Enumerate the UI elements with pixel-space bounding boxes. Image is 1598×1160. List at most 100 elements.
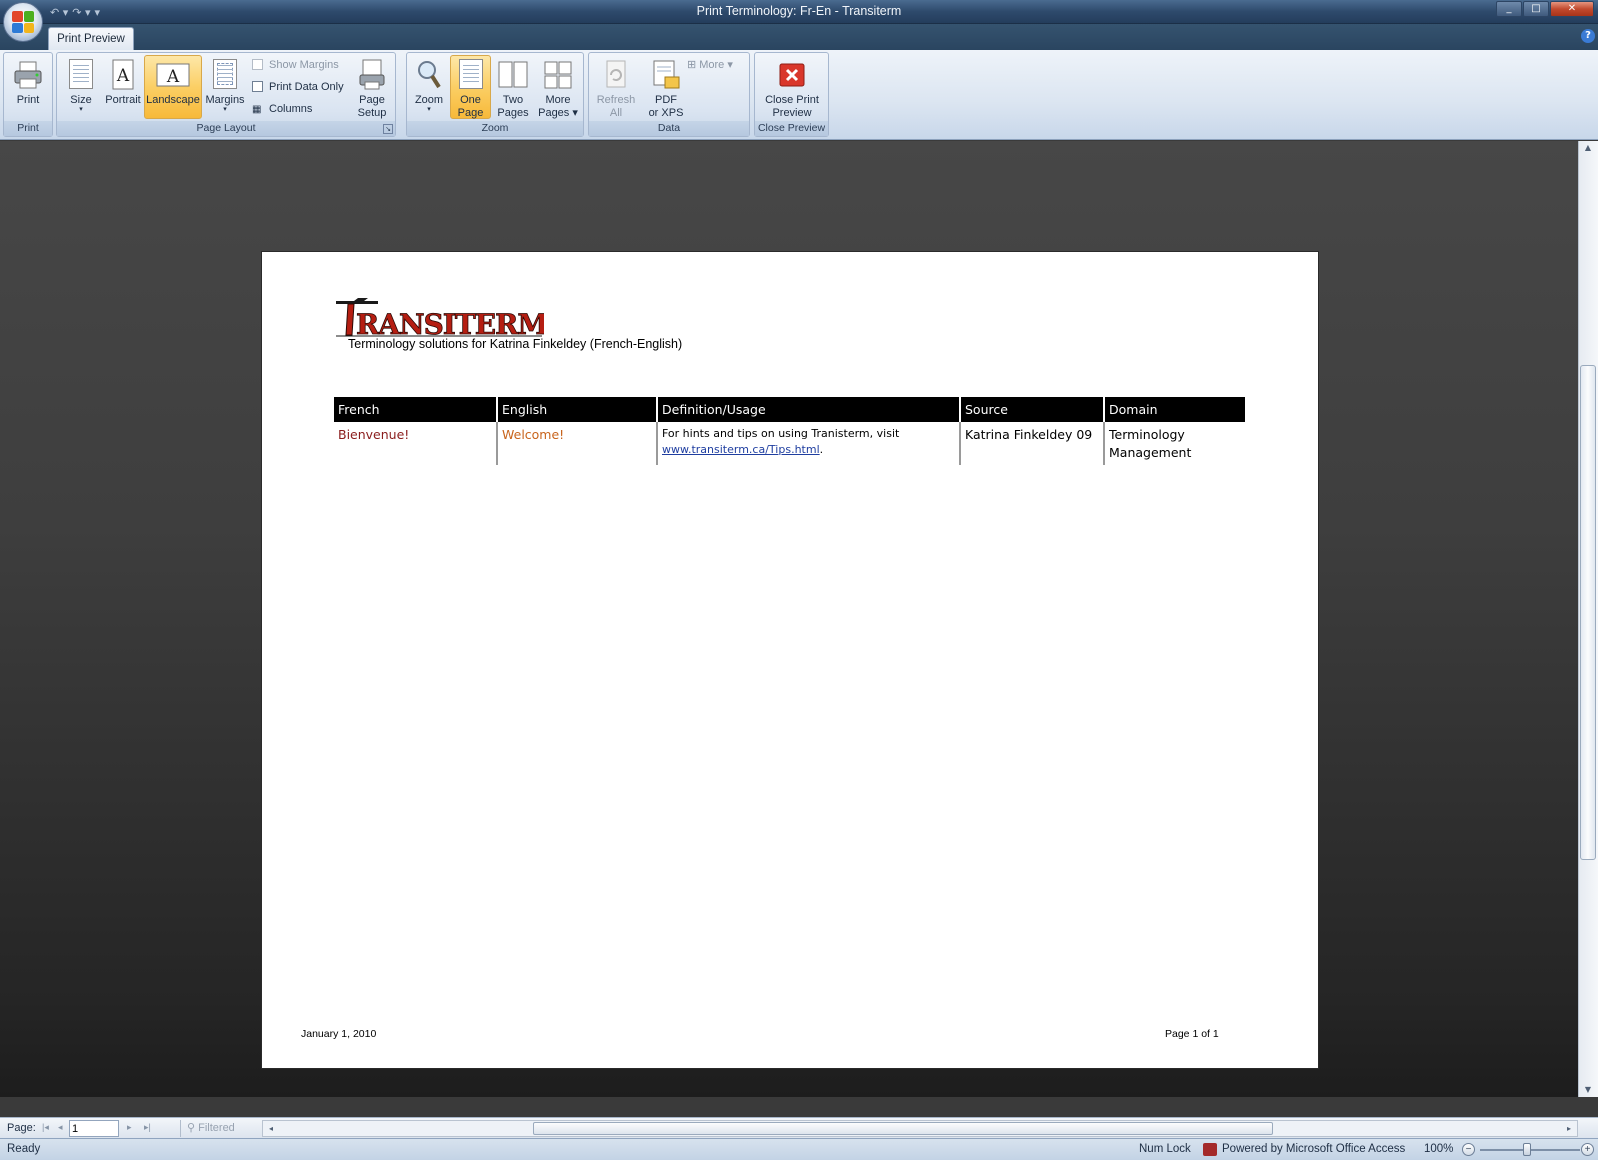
scroll-left-icon[interactable]: ◂: [263, 1121, 279, 1136]
column-header-source: Source: [959, 397, 1104, 422]
close-window-button[interactable]: ✕: [1550, 1, 1594, 17]
pdf-export-icon: [651, 59, 681, 91]
two-pages-label-1: Two: [502, 94, 524, 106]
page-setup-label-2: Setup: [357, 107, 387, 119]
filter-funnel-icon: ⚲: [187, 1122, 199, 1134]
landscape-icon: A: [155, 59, 191, 91]
horizontal-scroll-thumb[interactable]: [533, 1122, 1273, 1135]
status-bar: Ready Num Lock Powered by Microsoft Offi…: [0, 1138, 1598, 1160]
page-size-icon: [66, 59, 96, 91]
office-logo-icon: [12, 11, 34, 33]
more-pages-button[interactable]: More Pages ▾: [535, 55, 581, 119]
print-button[interactable]: Print: [7, 55, 49, 119]
refresh-label-2: All: [609, 107, 623, 119]
horizontal-scrollbar[interactable]: ◂ ▸: [262, 1120, 1578, 1137]
previous-page-icon[interactable]: ◂: [58, 1122, 63, 1133]
columns-button[interactable]: ▦ Columns: [252, 101, 312, 119]
refresh-icon: [601, 59, 631, 91]
svg-text:RANSITERM: RANSITERM: [356, 308, 544, 339]
zoom-slider-thumb[interactable]: [1523, 1143, 1531, 1156]
scroll-right-icon[interactable]: ▸: [1561, 1121, 1577, 1136]
ribbon-tab-row: [0, 24, 1598, 50]
terminology-table: French English Definition/Usage Source D…: [334, 397, 1245, 465]
pdf-xps-button[interactable]: PDF or XPS: [641, 55, 691, 119]
zoom-level[interactable]: 100%: [1424, 1143, 1453, 1155]
print-button-label: Print: [16, 94, 40, 106]
cell-french: Bienvenue!: [338, 427, 410, 442]
access-logo-icon: [1203, 1143, 1217, 1156]
margins-dropdown-arrow-icon: ▾: [223, 106, 227, 113]
group-close-preview: Close Print Preview Close Preview: [754, 52, 829, 137]
one-page-icon: [456, 59, 486, 91]
svg-text:A: A: [116, 66, 130, 86]
filter-label: Filtered: [198, 1122, 235, 1134]
report-footer-page-number: Page 1 of 1: [1165, 1028, 1219, 1040]
pdf-label-1: PDF: [655, 94, 677, 106]
definition-period: .: [819, 443, 824, 456]
size-dropdown-arrow-icon: ▾: [79, 106, 83, 113]
more-export-label: More: [699, 59, 725, 71]
more-export-icon: ⊞: [687, 59, 697, 71]
close-red-x-icon: [777, 59, 807, 91]
columns-icon: ▦: [252, 104, 262, 115]
last-page-icon[interactable]: ▸|: [144, 1122, 151, 1133]
status-powered-by: Powered by Microsoft Office Access: [1222, 1143, 1406, 1155]
next-page-icon[interactable]: ▸: [127, 1122, 132, 1133]
page-setup-icon: [357, 59, 387, 91]
landscape-button[interactable]: A Landscape: [144, 55, 202, 119]
refresh-label-1: Refresh: [596, 94, 636, 106]
group-close-preview-label: Close Preview: [755, 121, 828, 136]
print-data-only-box: [252, 81, 263, 92]
tab-print-preview[interactable]: Print Preview: [48, 27, 134, 51]
page-setup-button[interactable]: Page Setup: [351, 55, 393, 119]
tips-link[interactable]: www.transiterm.ca/Tips.html: [662, 443, 820, 456]
maximize-button[interactable]: □: [1523, 1, 1549, 17]
portrait-button[interactable]: A Portrait: [101, 55, 145, 119]
cell-english: Welcome!: [496, 422, 657, 465]
filter-status[interactable]: ⚲ Filtered: [180, 1120, 248, 1137]
group-page-layout: Size ▾ A Portrait A Landscape Margins ▾ …: [56, 52, 396, 137]
column-header-domain: Domain: [1103, 397, 1245, 422]
group-data-label: Data: [589, 121, 749, 136]
svg-text:A: A: [166, 67, 180, 87]
office-button[interactable]: [3, 2, 43, 42]
minimize-button[interactable]: _: [1496, 1, 1522, 17]
page-layout-dialog-launcher-icon[interactable]: ↘: [383, 124, 393, 134]
size-button[interactable]: Size ▾: [61, 55, 101, 119]
vertical-scroll-thumb[interactable]: [1580, 365, 1596, 860]
group-page-layout-label: Page Layout: [57, 121, 395, 136]
two-pages-label-2: Pages: [497, 107, 529, 119]
close-print-preview-button[interactable]: Close Print Preview: [757, 55, 827, 119]
two-pages-button[interactable]: Two Pages: [492, 55, 534, 119]
status-ready: Ready: [7, 1143, 41, 1155]
landscape-label: Landscape: [146, 94, 200, 106]
margins-button[interactable]: Margins ▾: [203, 55, 247, 119]
zoom-out-icon[interactable]: −: [1462, 1143, 1475, 1156]
more-pages-label-1: More: [545, 94, 571, 106]
ribbon: Print Print Size ▾ A Portrait A Landscap…: [0, 50, 1598, 140]
window-controls: _ □ ✕: [1496, 1, 1594, 17]
page-number-input[interactable]: [69, 1120, 119, 1137]
report-page: RANSITERM Terminology solutions for Katr…: [262, 252, 1318, 1068]
one-page-label-2: Page: [457, 107, 484, 119]
scroll-down-icon[interactable]: ▼: [1580, 1083, 1596, 1097]
zoom-button[interactable]: Zoom ▾: [409, 55, 449, 119]
refresh-all-button[interactable]: Refresh All: [593, 55, 639, 119]
one-page-button[interactable]: One Page: [450, 55, 491, 119]
show-margins-label: Show Margins: [269, 59, 339, 71]
group-data: Refresh All PDF or XPS ⊞ More ▾ Data: [588, 52, 750, 137]
report-subtitle: Terminology solutions for Katrina Finkel…: [348, 337, 683, 351]
table-header-row: French English Definition/Usage Source D…: [334, 397, 1245, 422]
help-icon[interactable]: ?: [1581, 29, 1595, 43]
zoom-in-icon[interactable]: +: [1581, 1143, 1594, 1156]
status-num-lock: Num Lock: [1139, 1143, 1191, 1155]
more-export-button[interactable]: ⊞ More ▾: [687, 57, 733, 75]
transiterm-logo: RANSITERM: [336, 298, 544, 339]
two-pages-icon: [498, 59, 528, 91]
magnifier-icon: [414, 59, 444, 91]
page-label: Page:: [7, 1122, 36, 1134]
print-data-only-checkbox[interactable]: Print Data Only: [252, 79, 344, 97]
show-margins-checkbox[interactable]: Show Margins: [252, 57, 339, 75]
first-page-icon[interactable]: |◂: [42, 1122, 49, 1133]
scroll-up-icon[interactable]: ▲: [1580, 141, 1596, 155]
